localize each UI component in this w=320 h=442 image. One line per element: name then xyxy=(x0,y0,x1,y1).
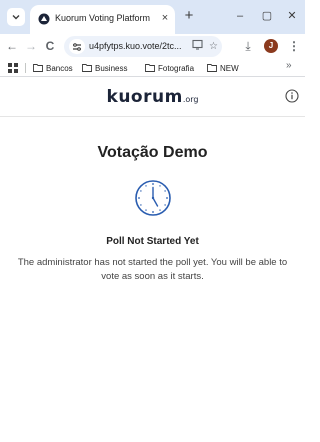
maximize-button[interactable]: ▢ xyxy=(257,7,277,25)
bookmark-folder-bancos[interactable]: Bancos xyxy=(33,61,73,75)
bookmark-label: Fotografia xyxy=(158,63,195,73)
url-text: u4pfytps.kuo.vote/2tc... xyxy=(89,41,182,51)
clock-icon xyxy=(135,180,171,216)
folder-icon xyxy=(207,64,217,72)
new-tab-button[interactable]: + xyxy=(181,8,197,24)
poll-title: Votação Demo xyxy=(97,144,208,161)
info-icon[interactable] xyxy=(285,89,299,103)
back-button[interactable]: ← xyxy=(4,38,20,54)
profile-avatar[interactable]: J xyxy=(264,39,278,53)
folder-icon xyxy=(82,64,92,72)
close-window-button[interactable]: ✕ xyxy=(282,7,302,25)
active-tab[interactable]: Kuorum Voting Platform × xyxy=(30,5,175,34)
bookmark-star-icon[interactable]: ☆ xyxy=(206,39,221,54)
apps-grid-icon[interactable] xyxy=(8,63,18,73)
poll-status-message: The administrator has not started the po… xyxy=(17,257,288,282)
poll-content: Votação Demo Poll Not Started Yet The ad… xyxy=(0,118,305,442)
bookmarks-overflow-button[interactable]: » xyxy=(286,60,292,71)
chevron-down-icon xyxy=(12,15,20,20)
site-header: kuorum.org xyxy=(0,78,305,117)
browser-toolbar: ← → C u4pfytps.kuo.vote/2tc... ☆ ⤓ J ⋮ xyxy=(0,34,305,59)
bookmark-label: Business xyxy=(95,63,128,73)
browser-menu-icon[interactable]: ⋮ xyxy=(286,38,302,54)
minimize-button[interactable]: – xyxy=(230,7,250,25)
folder-icon xyxy=(33,64,43,72)
poll-status-heading: Poll Not Started Yet xyxy=(106,236,199,247)
logo-suffix: .org xyxy=(182,95,199,104)
forward-button[interactable]: → xyxy=(23,38,39,54)
kuorum-logo[interactable]: kuorum.org xyxy=(0,87,305,107)
bookmark-label: Bancos xyxy=(46,63,73,73)
bookmark-label: NEW xyxy=(220,63,239,73)
bookmark-folder-new[interactable]: NEW xyxy=(207,61,239,75)
bookmark-folder-business[interactable]: Business xyxy=(82,61,127,75)
download-icon[interactable]: ⤓ xyxy=(240,38,256,54)
tab-search-button[interactable] xyxy=(7,8,25,26)
address-bar[interactable]: u4pfytps.kuo.vote/2tc... ☆ xyxy=(64,36,222,57)
tab-close-icon[interactable]: × xyxy=(158,11,172,25)
reload-button[interactable]: C xyxy=(42,38,58,54)
site-info-icon[interactable] xyxy=(69,39,85,54)
kuorum-favicon-icon xyxy=(38,13,50,25)
folder-icon xyxy=(145,64,155,72)
bookmarks-divider xyxy=(25,63,26,73)
tab-title: Kuorum Voting Platform xyxy=(55,13,151,23)
bookmarks-bar: Bancos Business Fotografia NEW » xyxy=(0,59,305,77)
logo-wordmark: kuorum xyxy=(106,87,183,107)
open-in-app-icon[interactable] xyxy=(190,39,205,54)
tab-strip: Kuorum Voting Platform × + – ▢ ✕ xyxy=(0,0,305,34)
bookmark-folder-fotografia[interactable]: Fotografia xyxy=(145,61,194,75)
